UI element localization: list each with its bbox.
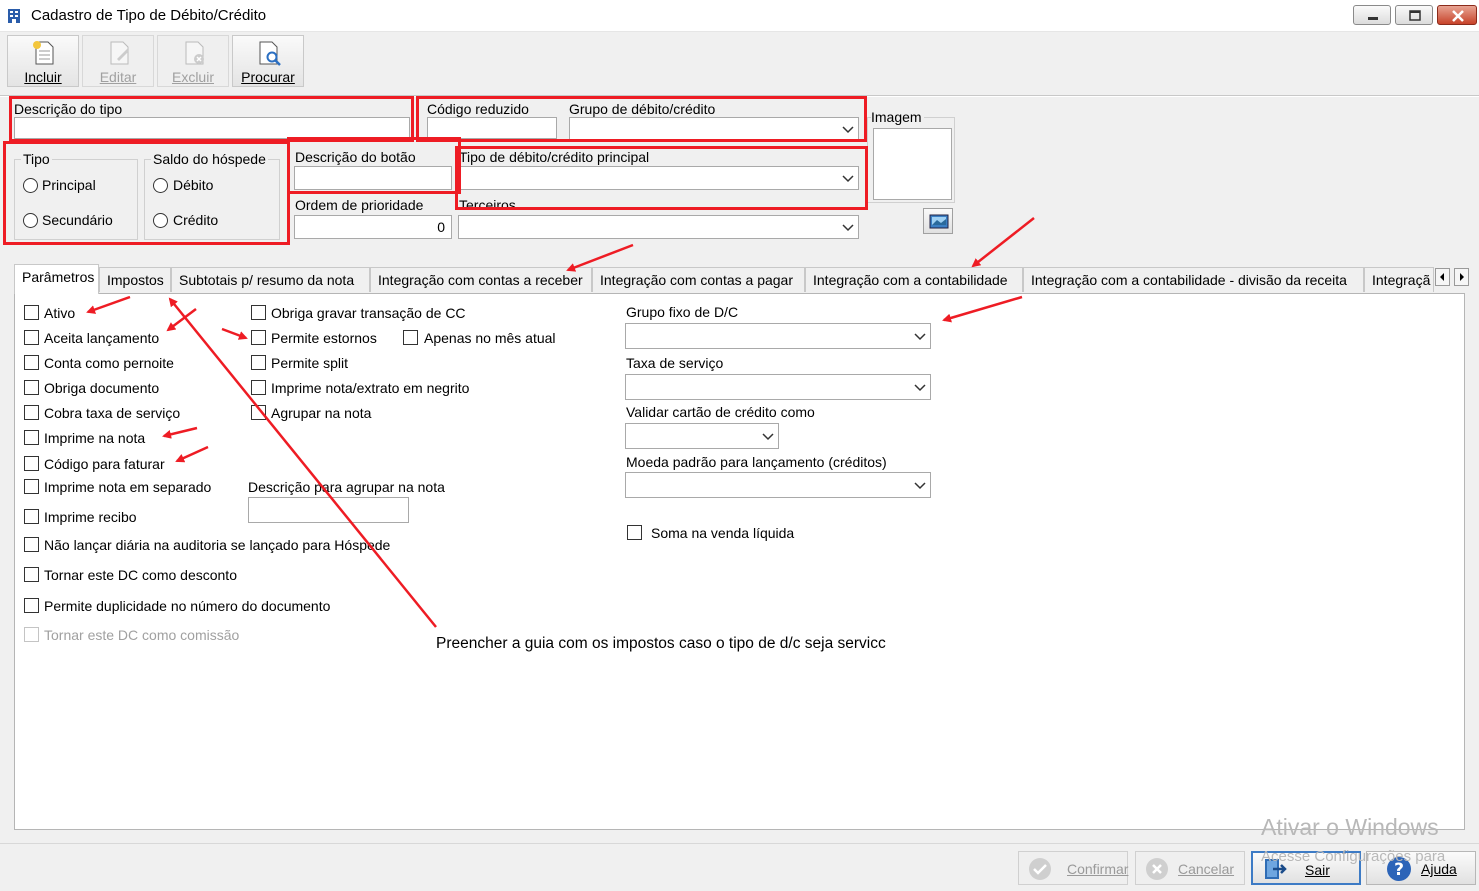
arrow-impostos-tab xyxy=(168,297,437,628)
activate-windows-title: Ativar o Windows xyxy=(1261,814,1439,840)
check-circle-icon xyxy=(1029,858,1051,880)
confirmar-label: Confirmar xyxy=(1067,861,1129,877)
tab-parametros[interactable]: Parâmetros xyxy=(14,264,99,294)
activate-windows-subtitle: Acesse Configurações para xyxy=(1261,848,1446,865)
annotation-arrows xyxy=(86,217,1035,628)
cancel-circle-icon xyxy=(1146,858,1168,880)
cancelar-button[interactable]: Cancelar xyxy=(1135,851,1245,885)
arrow-contabilidade xyxy=(971,217,1035,268)
footer-separator xyxy=(0,843,1479,844)
cancelar-label: Cancelar xyxy=(1178,861,1235,877)
tab-parametros-label: Parâmetros xyxy=(22,269,95,285)
annotation-text: Preencher a guia com os impostos caso o … xyxy=(436,635,886,652)
arrow-imprime-nota xyxy=(162,426,198,439)
arrow-ativo xyxy=(86,295,131,314)
arrow-codigo-faturar xyxy=(175,445,209,463)
arrow-permite-estornos xyxy=(221,327,248,340)
confirmar-button[interactable]: Confirmar xyxy=(1018,851,1128,885)
arrow-contas-receber xyxy=(566,243,634,272)
arrow-grupo-fixo xyxy=(942,295,1023,323)
